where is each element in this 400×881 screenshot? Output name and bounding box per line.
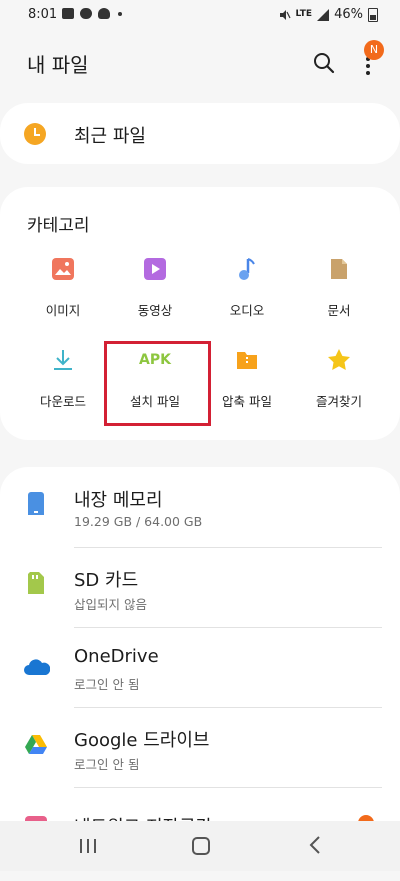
network-type: LTE: [295, 9, 313, 19]
category-videos[interactable]: 동영상: [105, 257, 205, 337]
storage-sub: 19.29 GB / 64.00 GB: [74, 514, 203, 529]
category-favorites[interactable]: 즐겨찾기: [289, 348, 389, 428]
music-icon: [239, 258, 255, 280]
more-options-button[interactable]: N: [355, 40, 384, 78]
navigation-bar: [0, 821, 400, 871]
video-icon: [144, 258, 166, 280]
storage-name: 내장 메모리: [74, 490, 163, 511]
recent-files-label: 최근 파일: [74, 126, 146, 147]
divider: [74, 627, 382, 628]
category-documents[interactable]: 문서: [289, 257, 389, 337]
clock-icon: [24, 123, 46, 145]
download-icon: [54, 350, 72, 370]
storage-name: OneDrive: [74, 646, 159, 667]
category-audio[interactable]: 오디오: [197, 257, 297, 337]
highlight-annotation: [104, 341, 211, 426]
page-title: 내 파일: [27, 53, 89, 77]
storage-sd-card[interactable]: SD 카드 삽입되지 않음: [0, 561, 400, 641]
divider: [74, 547, 382, 548]
battery-percent: 46%: [334, 7, 363, 22]
back-button[interactable]: [308, 836, 322, 854]
recent-files-card[interactable]: 최근 파일: [0, 103, 400, 164]
search-button[interactable]: [311, 50, 337, 76]
divider: [74, 707, 382, 708]
category-images[interactable]: 이미지: [13, 257, 113, 337]
category-label: 압축 파일: [222, 394, 272, 409]
storage-card: 내장 메모리 19.29 GB / 64.00 GB SD 카드 삽입되지 않음…: [0, 467, 400, 871]
onedrive-icon: [24, 659, 50, 675]
new-badge: N: [364, 40, 384, 60]
storage-name: SD 카드: [74, 570, 139, 591]
divider: [74, 787, 382, 788]
storage-sub: 로그인 안 됨: [74, 677, 140, 692]
image-icon: [52, 258, 74, 280]
status-notification-icons: [62, 8, 122, 19]
weather-notification-icon: [98, 8, 110, 19]
sd-card-icon: [28, 572, 44, 594]
category-downloads[interactable]: 다운로드: [13, 348, 113, 428]
storage-onedrive[interactable]: OneDrive 로그인 안 됨: [0, 641, 400, 721]
status-time: 8:01: [28, 7, 58, 22]
phone-storage-icon: [28, 492, 44, 515]
category-label: 문서: [327, 303, 351, 318]
more-vert-icon: [366, 57, 370, 75]
home-button[interactable]: [192, 837, 210, 855]
mute-icon: [279, 9, 291, 20]
storage-sub: 삽입되지 않음: [74, 597, 147, 612]
category-label: 오디오: [229, 303, 265, 318]
category-compressed-files[interactable]: 압축 파일: [197, 348, 297, 428]
storage-google-drive[interactable]: Google 드라이브 로그인 안 됨: [0, 721, 400, 801]
signal-icon: [317, 8, 330, 21]
document-icon: [331, 259, 347, 279]
category-heading: 카테고리: [27, 216, 90, 236]
battery-icon: [368, 7, 378, 22]
star-icon: [328, 349, 350, 370]
storage-sub: 로그인 안 됨: [74, 757, 140, 772]
category-label: 이미지: [45, 303, 81, 318]
cloud-notification-icon: [80, 8, 92, 19]
recent-apps-button[interactable]: [78, 839, 98, 853]
status-bar: 8:01 LTE 46%: [0, 0, 400, 30]
category-label: 다운로드: [39, 394, 86, 409]
storage-name: Google 드라이브: [74, 730, 210, 751]
status-right: LTE 46%: [279, 7, 378, 22]
category-label: 동영상: [137, 303, 173, 318]
google-drive-icon: [25, 735, 47, 754]
storage-internal[interactable]: 내장 메모리 19.29 GB / 64.00 GB: [0, 481, 400, 561]
search-icon: [314, 53, 335, 74]
gallery-notification-icon: [62, 8, 74, 19]
compressed-folder-icon: [237, 352, 257, 369]
category-label: 즐겨찾기: [315, 394, 362, 409]
more-notifications-icon: [118, 11, 122, 16]
